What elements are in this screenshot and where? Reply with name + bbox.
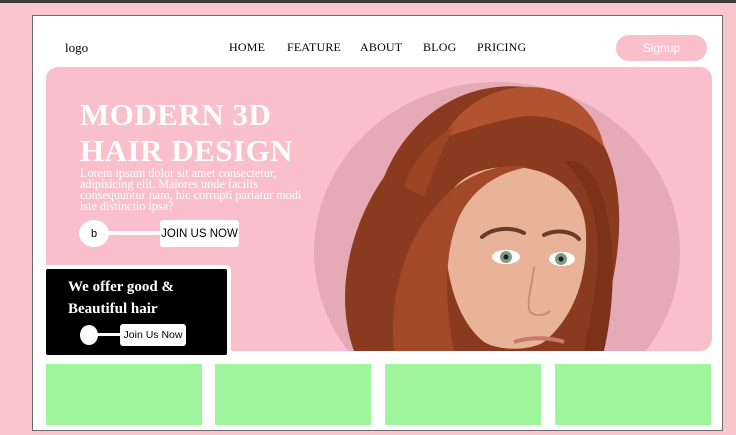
join-us-now-button[interactable]: JOIN US NOW (160, 220, 239, 247)
signup-button[interactable]: Signup (616, 35, 707, 61)
landing-page: logo HOME FEATURE ABOUT BLOG PRICING Sig… (32, 15, 723, 431)
offer-line-1: We offer good & (68, 279, 174, 295)
join-connector-bar (107, 231, 167, 235)
offer-toggle-knob[interactable] (80, 325, 98, 345)
hero-title: MODERN 3D HAIR DESIGN (80, 97, 380, 169)
feature-card-2[interactable] (215, 364, 371, 425)
nav-blog[interactable]: BLOG (423, 40, 456, 55)
logo[interactable]: logo (65, 40, 88, 56)
offer-line-2: Beautiful hair (68, 301, 158, 317)
feature-card-4[interactable] (555, 364, 711, 425)
offer-join-button[interactable]: Join Us Now (120, 324, 186, 346)
feature-card-3[interactable] (385, 364, 541, 425)
nav-about[interactable]: ABOUT (360, 40, 402, 55)
hero-join-group: b JOIN US NOW (79, 220, 249, 247)
nav-home[interactable]: HOME (229, 40, 265, 55)
join-toggle-knob[interactable]: b (79, 220, 109, 247)
nav-pricing[interactable]: PRICING (477, 40, 526, 55)
nav-feature[interactable]: FEATURE (287, 40, 341, 55)
hero-title-line-1: MODERN 3D (80, 97, 272, 132)
browser-top-strip (0, 0, 736, 3)
feature-card-1[interactable] (46, 364, 202, 425)
hero-description: Lorem ipsum dolor sit amet consectetur, … (80, 166, 302, 213)
offer-text: We offer good & Beautiful hair (68, 276, 218, 320)
hero-title-line-2: HAIR DESIGN (80, 133, 294, 168)
